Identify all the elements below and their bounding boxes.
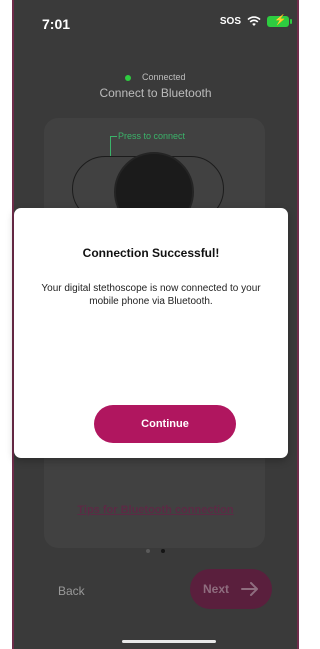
tips-link[interactable]: Tips for Bluetooth connection bbox=[14, 504, 297, 516]
status-icons: SOS ⚡ bbox=[219, 15, 292, 27]
wifi-icon bbox=[247, 16, 261, 26]
back-button[interactable]: Back bbox=[58, 584, 85, 598]
sos-label: SOS bbox=[219, 16, 241, 27]
connection-status-label: Connected bbox=[141, 72, 186, 82]
connected-dot-icon bbox=[125, 74, 132, 81]
connection-status: Connected bbox=[14, 72, 297, 82]
connection-success-dialog: Connection Successful! Your digital stet… bbox=[14, 208, 288, 458]
page-dot-active bbox=[160, 549, 165, 553]
next-button-label: Next bbox=[202, 582, 229, 596]
press-to-connect-label: Press to connect bbox=[118, 131, 186, 141]
arrow-right-icon bbox=[241, 582, 258, 596]
dialog-message: Your digital stethoscope is now connecte… bbox=[41, 283, 261, 307]
page-title: Connect to Bluetooth bbox=[99, 86, 212, 100]
battery-icon: ⚡ bbox=[267, 15, 292, 27]
page-dot bbox=[146, 549, 151, 553]
page-indicator bbox=[14, 540, 297, 558]
continue-button[interactable]: Continue bbox=[94, 405, 236, 443]
dialog-title: Connection Successful! bbox=[82, 246, 220, 260]
home-indicator[interactable] bbox=[122, 640, 216, 643]
status-bar: 7:01 SOS ⚡ bbox=[14, 0, 297, 44]
status-time: 7:01 bbox=[42, 16, 71, 32]
next-button[interactable]: Next bbox=[190, 569, 272, 609]
